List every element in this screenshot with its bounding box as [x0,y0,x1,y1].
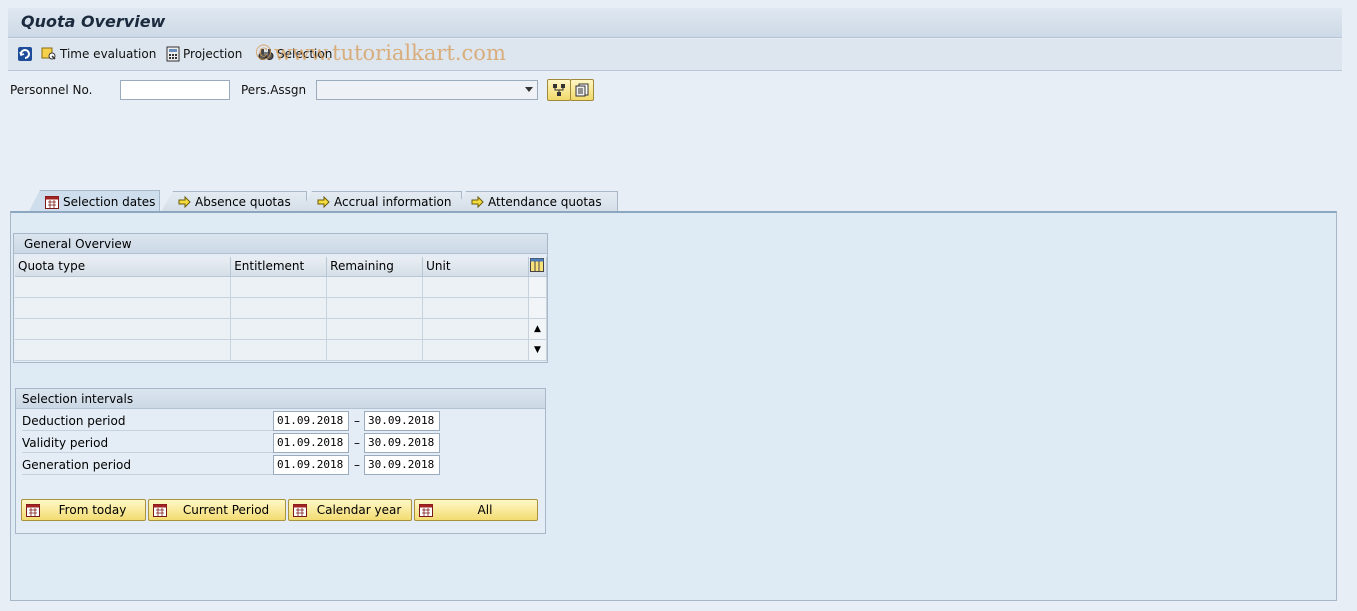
calendar-icon [153,503,167,517]
from-today-button[interactable]: From today [21,499,146,521]
document-list-icon [575,83,589,97]
tab-attendance-quotas[interactable]: Attendance quotas [454,191,618,212]
calendar-icon [45,195,59,209]
all-button[interactable]: All [414,499,538,521]
range-separator: – [354,414,360,428]
tab-selection-dates[interactable]: Selection dates [28,190,160,213]
table-header: Quota type Entitlement Remaining Unit [15,257,548,277]
application-toolbar: Time evaluation Projection Selection ©ww… [8,39,1342,71]
tab-label: Accrual information [334,195,452,209]
selection-intervals-title: Selection intervals [16,389,545,409]
projection-button[interactable]: Projection [166,46,242,62]
selection-intervals-group: Selection intervals Deduction period 01.… [15,388,546,534]
personnel-number-label: Personnel No. [10,83,93,97]
details-button[interactable] [570,79,594,101]
calendar-year-label: Calendar year [316,503,402,517]
arrow-right-icon [471,196,484,208]
column-entitlement[interactable]: Entitlement [230,257,328,277]
refresh-icon [18,47,32,61]
tab-absence-quotas[interactable]: Absence quotas [161,191,307,212]
deduction-period-from[interactable]: 01.09.2018 [273,411,349,431]
hierarchy-button[interactable] [547,79,571,101]
deduction-period-label: Deduction period [22,412,274,431]
generation-period-from[interactable]: 01.09.2018 [273,455,349,475]
selection-button[interactable]: Selection [258,46,332,62]
selection-dates-panel: General Overview Quota type Entitlement … [10,211,1337,601]
generation-period-label: Generation period [22,456,274,475]
tab-label: Attendance quotas [488,195,602,209]
general-overview-group: General Overview Quota type Entitlement … [13,233,548,363]
selection-label: Selection [277,47,333,61]
column-settings-button[interactable] [528,257,548,277]
quota-overview-window: Quota Overview Time evaluation Projectio… [8,8,1342,604]
current-period-label: Current Period [182,503,270,517]
calculator-icon [166,46,180,62]
deduction-period-to[interactable]: 30.09.2018 [364,411,440,431]
binoculars-icon [258,49,274,60]
pers-assignment-select[interactable] [316,80,538,100]
title-bar: Quota Overview [8,8,1342,38]
arrow-right-icon [178,196,191,208]
from-today-label: From today [58,503,127,517]
calendar-icon [419,503,433,517]
all-label: All [477,503,493,517]
scroll-up-icon[interactable]: ▲ [534,324,541,334]
tab-label: Selection dates [63,195,156,209]
key-icon [41,47,56,60]
scroll-down-icon[interactable]: ▼ [534,345,541,355]
calendar-icon [293,503,307,517]
hierarchy-icon [553,84,565,96]
range-separator: – [354,458,360,472]
chevron-down-icon[interactable] [525,87,533,92]
range-separator: – [354,436,360,450]
personnel-number-input[interactable] [120,80,230,100]
projection-label: Projection [183,47,243,61]
calendar-icon [26,503,40,517]
column-unit[interactable]: Unit [422,257,529,277]
time-evaluation-button[interactable]: Time evaluation [41,46,156,62]
table-row[interactable] [15,297,548,319]
refresh-button[interactable] [17,46,33,62]
tab-accrual-information[interactable]: Accrual information [300,191,462,212]
current-period-button[interactable]: Current Period [148,499,286,521]
validity-period-label: Validity period [22,434,274,453]
tab-label: Absence quotas [195,195,291,209]
pers-assignment-label: Pers.Assgn [241,83,307,97]
generation-period-to[interactable]: 30.09.2018 [364,455,440,475]
page-title: Quota Overview [21,12,166,31]
validity-period-from[interactable]: 01.09.2018 [273,433,349,453]
validity-period-to[interactable]: 30.09.2018 [364,433,440,453]
general-overview-title: General Overview [14,234,547,254]
table-row[interactable]: ▲ [15,318,548,340]
table-row[interactable] [15,276,548,298]
column-remaining[interactable]: Remaining [326,257,424,277]
time-evaluation-label: Time evaluation [60,47,157,61]
table-settings-icon [529,257,544,272]
quota-table: Quota type Entitlement Remaining Unit ▲ [15,257,548,361]
table-row[interactable]: ▼ [15,339,548,361]
calendar-year-button[interactable]: Calendar year [288,499,412,521]
column-quota-type[interactable]: Quota type [15,257,232,277]
arrow-right-icon [317,196,330,208]
